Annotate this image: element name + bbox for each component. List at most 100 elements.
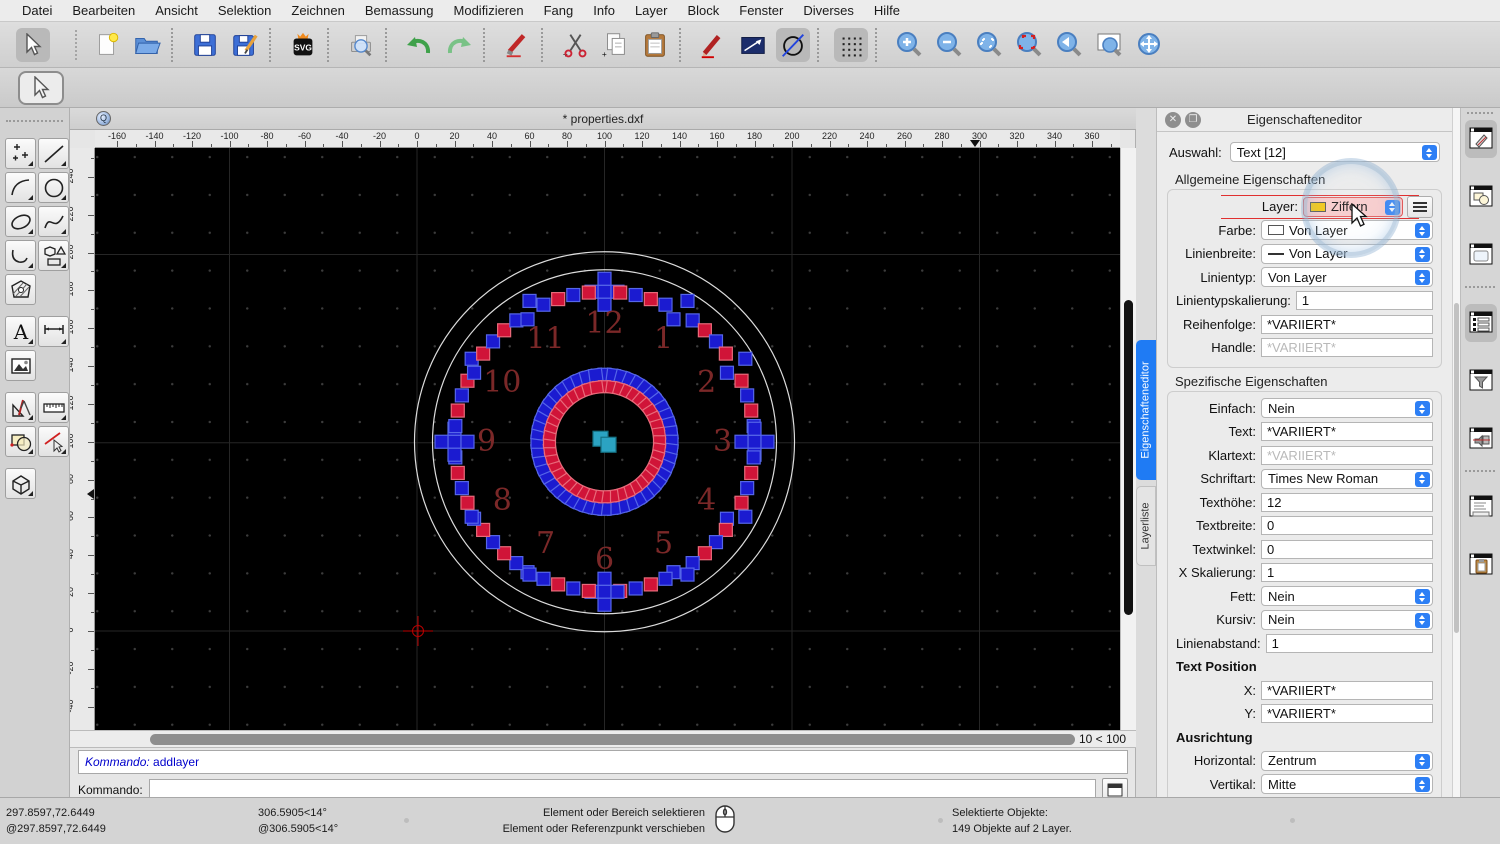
- draw-pencil-button[interactable]: [696, 28, 730, 62]
- menu-selektion[interactable]: Selektion: [208, 0, 281, 22]
- dock-tab-layerliste[interactable]: Layerliste: [1136, 486, 1156, 566]
- toolbar-drag-handle[interactable]: [75, 30, 83, 60]
- panel-scrollbar-thumb[interactable]: [1454, 303, 1459, 633]
- field-select-kursiv[interactable]: Nein: [1261, 610, 1433, 630]
- ellipse-tool[interactable]: [5, 206, 36, 237]
- horizontal-scrollbar-thumb[interactable]: [150, 734, 1075, 745]
- undo-button[interactable]: [402, 28, 436, 62]
- points-tool[interactable]: [5, 138, 36, 169]
- pan-view-button[interactable]: [1132, 28, 1166, 62]
- clipboard-panel-toggle-button[interactable]: [1465, 546, 1497, 584]
- shapes-tool[interactable]: [38, 240, 69, 271]
- field-select-schriftart[interactable]: Times New Roman: [1261, 469, 1433, 489]
- selection-tool-button[interactable]: [18, 71, 64, 105]
- reference-manager-toggle-button[interactable]: [1465, 420, 1497, 458]
- dock-tab-eigenschafteneditor[interactable]: Eigenschafteneditor: [1136, 340, 1156, 480]
- new-file-button[interactable]: [90, 28, 124, 62]
- image-tool[interactable]: [5, 350, 36, 381]
- arrow-tool-button[interactable]: [16, 28, 50, 62]
- vertical-scrollbar[interactable]: [1120, 148, 1136, 730]
- cad-tools-tool[interactable]: [5, 392, 36, 423]
- field-select-einfach[interactable]: Nein: [1261, 398, 1433, 418]
- menu-bearbeiten[interactable]: Bearbeiten: [62, 0, 145, 22]
- zoom-in-button[interactable]: [892, 28, 926, 62]
- field-input-textbreite[interactable]: 0: [1261, 516, 1433, 535]
- menu-layer[interactable]: Layer: [625, 0, 678, 22]
- circle-diagonal-button[interactable]: [776, 28, 810, 62]
- circle-tool[interactable]: [38, 172, 69, 203]
- field-select-linientyp[interactable]: Von Layer: [1261, 267, 1433, 287]
- menu-fenster[interactable]: Fenster: [729, 0, 793, 22]
- measure-ruler-tool[interactable]: [38, 392, 69, 423]
- redo-button[interactable]: [442, 28, 476, 62]
- field-input-handle[interactable]: *VARIIERT*: [1261, 338, 1433, 357]
- layer-menu-button[interactable]: [1407, 196, 1433, 218]
- paste-button[interactable]: [638, 28, 672, 62]
- field-select-farbe[interactable]: Von Layer: [1261, 220, 1433, 240]
- horizontal-scrollbar[interactable]: 10 < 100: [70, 730, 1136, 748]
- drawing-canvas[interactable]: 123456789101112: [95, 148, 1120, 730]
- grid-toggle-button[interactable]: [834, 28, 868, 62]
- layer-list-toggle-button[interactable]: [1465, 304, 1497, 342]
- print-preview-button[interactable]: [344, 28, 378, 62]
- menu-diverses[interactable]: Diverses: [793, 0, 864, 22]
- vertical-scrollbar-thumb[interactable]: [1124, 300, 1133, 615]
- field-input-y[interactable]: *VARIIERT*: [1261, 704, 1433, 723]
- polyline-tool[interactable]: [5, 240, 36, 271]
- property-editor-toggle-button[interactable]: [1465, 120, 1497, 158]
- cut-button[interactable]: +: [558, 28, 592, 62]
- field-input-x[interactable]: *VARIIERT*: [1261, 681, 1433, 700]
- trim-tool[interactable]: [38, 426, 69, 457]
- menu-bemassung[interactable]: Bemassung: [355, 0, 444, 22]
- menu-zeichnen[interactable]: Zeichnen: [281, 0, 354, 22]
- field-input-klartext[interactable]: *VARIIERT*: [1261, 446, 1433, 465]
- menu-ansicht[interactable]: Ansicht: [145, 0, 208, 22]
- field-input-texthöhe[interactable]: 12: [1261, 493, 1433, 512]
- field-select-horizontal[interactable]: Zentrum: [1261, 751, 1433, 771]
- open-file-button[interactable]: [130, 28, 164, 62]
- selection-filter-toggle-button[interactable]: [1465, 362, 1497, 400]
- field-input-linienabstand[interactable]: 1: [1266, 634, 1433, 653]
- field-input-reihenfolge[interactable]: *VARIIERT*: [1261, 315, 1433, 334]
- panel-scrollbar[interactable]: [1452, 108, 1460, 797]
- save-file-button[interactable]: [188, 28, 222, 62]
- zoom-out-button[interactable]: [932, 28, 966, 62]
- dimension-tool[interactable]: [38, 316, 69, 347]
- field-select-fett[interactable]: Nein: [1261, 586, 1433, 606]
- svg-export-button[interactable]: SVG: [286, 28, 320, 62]
- hatch-tool[interactable]: [5, 274, 36, 305]
- save-as-button[interactable]: [228, 28, 262, 62]
- zoom-window-button[interactable]: [1092, 28, 1126, 62]
- zoom-selection-button[interactable]: [1012, 28, 1046, 62]
- zoom-previous-button[interactable]: [1052, 28, 1086, 62]
- field-select-layer[interactable]: Ziffern: [1303, 197, 1403, 217]
- block-list-toggle-button[interactable]: [1465, 178, 1497, 216]
- field-input-xskalierung[interactable]: 1: [1261, 563, 1433, 582]
- menu-modifizieren[interactable]: Modifizieren: [444, 0, 534, 22]
- modify-tool[interactable]: [5, 426, 36, 457]
- zoom-auto-button[interactable]: [972, 28, 1006, 62]
- copy-button[interactable]: +: [598, 28, 632, 62]
- command-history-toggle-button[interactable]: [1465, 488, 1497, 526]
- spline-tool[interactable]: [38, 206, 69, 237]
- field-select-linienbreite[interactable]: Von Layer: [1261, 244, 1433, 264]
- line-tool[interactable]: [38, 138, 69, 169]
- document-title-bar[interactable]: Q * properties.dxf: [70, 108, 1136, 130]
- field-input-text[interactable]: *VARIIERT*: [1261, 422, 1433, 441]
- library-browser-toggle-button[interactable]: [1465, 236, 1497, 274]
- solid-box-tool[interactable]: [5, 468, 36, 499]
- close-icon[interactable]: ✕: [1165, 112, 1181, 128]
- arc-tool[interactable]: [5, 172, 36, 203]
- palette-drag-handle[interactable]: [6, 112, 63, 122]
- distance-tool-button[interactable]: [736, 28, 770, 62]
- selection-dropdown[interactable]: Text [12]: [1230, 142, 1440, 162]
- field-input-textwinkel[interactable]: 0: [1261, 540, 1433, 559]
- menu-hilfe[interactable]: Hilfe: [864, 0, 910, 22]
- menu-datei[interactable]: Datei: [12, 0, 62, 22]
- delete-eraser-button[interactable]: [500, 28, 534, 62]
- menu-block[interactable]: Block: [677, 0, 729, 22]
- menu-fang[interactable]: Fang: [534, 0, 584, 22]
- undock-icon[interactable]: ❐: [1185, 112, 1201, 128]
- menu-info[interactable]: Info: [583, 0, 625, 22]
- field-input-linientypskalierung[interactable]: 1: [1296, 291, 1433, 310]
